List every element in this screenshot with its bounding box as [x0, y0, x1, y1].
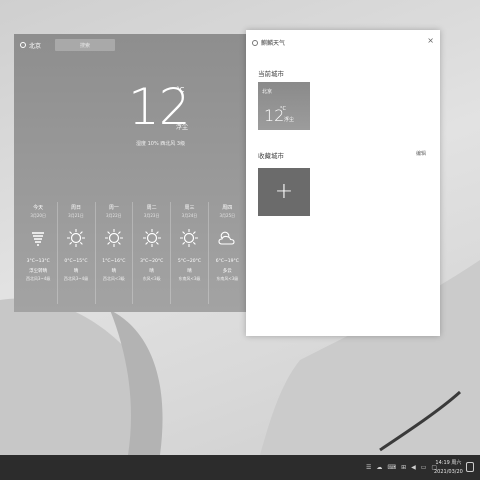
sun-icon	[104, 229, 123, 247]
close-button[interactable]: ×	[427, 36, 434, 45]
day-wind: 东南风<3级	[216, 276, 239, 281]
city-name: 北京	[29, 42, 42, 50]
day-date: 3月21日	[68, 213, 84, 218]
clock[interactable]: 14:19 周六 2021/03/20	[434, 459, 463, 477]
sandstorm-icon	[32, 232, 45, 246]
taskbar: ☰ ☁ ⌨ ⊞ ◀ ▭ ▢ 14:19 周六 2021/03/20	[0, 455, 480, 480]
day-name: 周四	[222, 205, 233, 211]
favorites-label: 收藏城市	[258, 152, 284, 160]
day-name: 今天	[33, 205, 44, 211]
day-wind: 西北风3~4级	[63, 276, 89, 281]
forecast-day: 周三 3月24日 5°C~20°C 晴 东南风<3级	[170, 202, 207, 304]
battery-icon[interactable]: ▭	[421, 464, 427, 471]
day-wind: 西北风3~4级	[25, 276, 51, 281]
current-condition: 浮尘	[176, 124, 189, 131]
weather-app-logo-icon	[252, 39, 258, 46]
card-city: 北京	[262, 89, 273, 95]
sun-icon	[142, 229, 161, 247]
forecast-day: 周日 3月21日 0°C~15°C 晴 西北风3~4级	[56, 202, 94, 304]
panel-title: 麒麟天气	[261, 40, 286, 47]
edit-button[interactable]: 编辑	[416, 150, 426, 157]
plus-icon: +	[274, 179, 294, 204]
day-name: 周日	[70, 205, 81, 211]
temperature-unit: °C	[176, 86, 185, 94]
weather-top-bar: 北京 搜索	[14, 34, 246, 56]
current-city-label: 当前城市	[258, 70, 284, 78]
day-condition: 晴	[149, 269, 154, 274]
clipboard-icon[interactable]: ☰	[366, 464, 371, 471]
sun-icon	[180, 229, 199, 247]
search-label: 搜索	[80, 42, 91, 49]
temp-range: 0°C~15°C	[64, 259, 88, 264]
day-date: 3月25日	[219, 213, 236, 218]
forecast-day: 周一 3月22日 1°C~16°C 晴 西北风<3级	[94, 202, 132, 304]
day-date: 3月24日	[181, 213, 198, 218]
day-date: 3月20日	[30, 213, 46, 218]
day-wind: 西北风<3级	[102, 276, 125, 281]
day-wind: 东风<3级	[142, 276, 161, 281]
current-city-card[interactable]: 北京 12 °C 浮尘	[258, 82, 310, 130]
temp-range: 5°C~20°C	[177, 259, 202, 264]
day-condition: 晴	[187, 269, 192, 274]
clock-time: 14:19 周六	[435, 460, 462, 466]
clock-date: 2021/03/20	[434, 469, 463, 475]
sun-icon	[66, 229, 85, 247]
day-wind: 东南风<3级	[178, 276, 201, 281]
forecast-day: 周四 3月25日 6°C~19°C 多云 东南风<3级	[208, 202, 245, 304]
network-icon[interactable]: ⊞	[401, 464, 406, 471]
add-city-button[interactable]: +	[258, 168, 310, 216]
day-condition: 浮尘转晴	[29, 269, 48, 274]
temp-range: 6°C~19°C	[215, 259, 239, 264]
location-icon	[20, 42, 26, 48]
panel-header: 麒麟天气	[252, 38, 285, 47]
city-panel: 麒麟天气 × 当前城市 北京 12 °C 浮尘 收藏城市 编辑 +	[246, 30, 440, 336]
forecast-day: 今天 3月20日 3°C~13°C 浮尘转晴 西北风3~4级	[20, 202, 56, 304]
temp-range: 3°C~13°C	[26, 259, 50, 264]
day-name: 周二	[146, 205, 157, 211]
volume-icon[interactable]: ◀	[411, 464, 416, 471]
day-condition: 晴	[111, 269, 117, 274]
day-condition: 晴	[73, 269, 79, 274]
city-search-box[interactable]: 搜索	[55, 39, 116, 51]
weather-main-window: 北京 搜索 12 °C 浮尘 湿度 10% 西北风 3级 今天 3月20日 3°…	[14, 34, 246, 312]
card-unit: °C	[280, 106, 286, 112]
card-condition: 浮尘	[284, 117, 295, 123]
temp-range: 3°C~20°C	[140, 259, 164, 264]
humidity-wind: 湿度 10% 西北风 3级	[136, 141, 186, 147]
forecast-list: 今天 3月20日 3°C~13°C 浮尘转晴 西北风3~4级 周日 3月21日 …	[20, 202, 246, 304]
day-name: 周三	[184, 205, 195, 211]
city-selector[interactable]: 北京	[20, 41, 41, 50]
day-date: 3月23日	[143, 213, 160, 218]
weather-tray-icon[interactable]: ☁	[376, 464, 382, 471]
keyboard-icon[interactable]: ⌨	[387, 464, 396, 471]
day-condition: 多云	[222, 269, 232, 274]
day-name: 周一	[108, 205, 119, 211]
forecast-day: 周二 3月23日 3°C~20°C 晴 东风<3级	[132, 202, 169, 304]
system-tray: ☰ ☁ ⌨ ⊞ ◀ ▭ ▢	[366, 455, 437, 480]
day-date: 3月22日	[106, 213, 122, 218]
cloudy-icon	[218, 231, 235, 245]
notification-icon[interactable]	[466, 462, 474, 472]
temp-range: 1°C~16°C	[102, 259, 126, 264]
